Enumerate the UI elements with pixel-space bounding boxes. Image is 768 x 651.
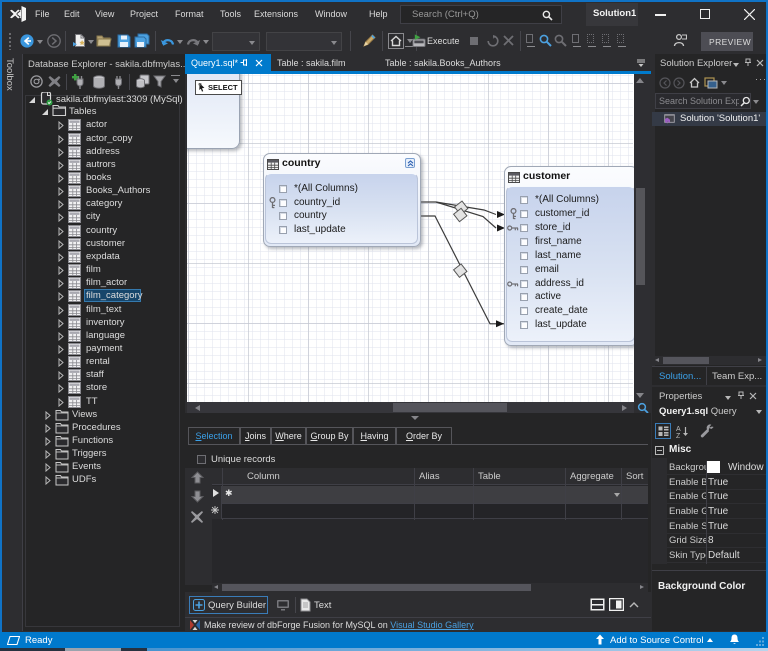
svg-text:Z: Z bbox=[676, 433, 681, 438]
svg-text:A: A bbox=[676, 426, 681, 433]
